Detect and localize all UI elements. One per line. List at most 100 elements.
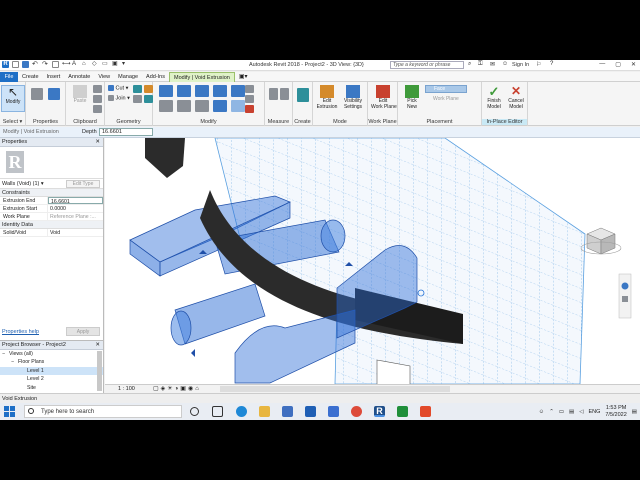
- face-button[interactable]: Face: [425, 85, 467, 93]
- group-constraints[interactable]: Constraints: [0, 189, 103, 197]
- show-hidden-icons[interactable]: ⌃: [549, 409, 554, 415]
- tab-manage[interactable]: Manage: [114, 72, 142, 82]
- tab-insert[interactable]: Insert: [43, 72, 65, 82]
- model-scene[interactable]: [105, 138, 640, 384]
- mail-icon[interactable]: [305, 406, 316, 417]
- taskbar-search-input[interactable]: Type here to search: [24, 405, 182, 418]
- solid-void-field[interactable]: Void: [48, 229, 103, 236]
- browser-scrollbar[interactable]: [97, 351, 102, 391]
- extrusion-end-field[interactable]: 16.6601: [48, 197, 103, 205]
- edge-icon[interactable]: [236, 406, 247, 417]
- tab-view[interactable]: View: [94, 72, 114, 82]
- tab-create[interactable]: Create: [18, 72, 43, 82]
- windows-start-icon[interactable]: [4, 406, 15, 417]
- properties-icon[interactable]: [31, 88, 43, 100]
- void-cylinder-lower-cap[interactable]: [170, 310, 192, 346]
- tab-annotate[interactable]: Annotate: [64, 72, 94, 82]
- navigation-bar[interactable]: [618, 273, 632, 319]
- delete-icon[interactable]: [245, 105, 254, 113]
- chrome-icon[interactable]: [351, 406, 362, 417]
- sign-in-link[interactable]: Sign In: [512, 62, 529, 68]
- demolish-icon[interactable]: [144, 95, 153, 103]
- wall-segment-top-left[interactable]: [145, 138, 185, 178]
- rotate-icon[interactable]: [195, 100, 209, 112]
- minimize-icon[interactable]: —: [599, 61, 605, 68]
- drag-arrow-icon[interactable]: [191, 349, 195, 357]
- cut-button[interactable]: Cut ▾: [108, 85, 128, 91]
- edit-extrusion-button[interactable]: Edit Extrusion: [315, 85, 339, 110]
- notifications-icon[interactable]: ▤: [632, 409, 637, 415]
- copy-icon[interactable]: [93, 85, 102, 93]
- tree-item[interactable]: Level 1: [0, 366, 103, 376]
- pin-icon[interactable]: [245, 95, 254, 103]
- undo-icon[interactable]: ↶: [32, 61, 39, 68]
- task-view-icon[interactable]: [212, 406, 223, 417]
- collapse-icon[interactable]: −: [2, 350, 9, 358]
- mirror-draw-icon[interactable]: [213, 85, 227, 97]
- redo-icon[interactable]: ↷: [42, 61, 49, 68]
- close-icon[interactable]: ✕: [95, 138, 100, 147]
- file-explorer-icon[interactable]: [259, 406, 270, 417]
- tree-item[interactable]: − Views (all): [0, 350, 103, 358]
- save-icon[interactable]: [22, 61, 29, 68]
- exchange-apps-icon[interactable]: ⚐: [536, 61, 541, 68]
- paste-button[interactable]: Paste: [68, 85, 92, 105]
- customize-qat-icon[interactable]: ▾: [122, 61, 129, 68]
- visibility-settings-button[interactable]: Visibility Settings: [341, 85, 365, 110]
- battery-icon[interactable]: ▭: [559, 409, 564, 415]
- section-icon[interactable]: ◇: [92, 61, 99, 68]
- tab-file[interactable]: File: [0, 71, 18, 82]
- wall-joins-icon[interactable]: [133, 95, 142, 103]
- void-cylinder-upper-cap[interactable]: [320, 219, 346, 253]
- edit-work-plane-button[interactable]: Edit Work Plane: [371, 85, 397, 110]
- communication-icon[interactable]: ✉: [490, 61, 495, 68]
- dimension-icon[interactable]: [280, 88, 289, 100]
- cope-icon[interactable]: [93, 105, 102, 113]
- measure-icon[interactable]: ⟷: [62, 61, 71, 68]
- open-icon[interactable]: [12, 61, 19, 68]
- collapse-icon[interactable]: −: [11, 358, 18, 366]
- depth-input[interactable]: 16.6601: [99, 128, 153, 136]
- recorder-icon[interactable]: [420, 406, 431, 417]
- horizontal-scrollbar[interactable]: [220, 386, 450, 392]
- join-button[interactable]: Join ▾: [108, 95, 130, 101]
- view-scale[interactable]: 1 : 100: [118, 386, 135, 392]
- modify-button[interactable]: ↖ Modify: [1, 85, 25, 112]
- scale-icon[interactable]: [245, 85, 254, 93]
- type-properties-icon[interactable]: [48, 88, 60, 100]
- finish-model-button[interactable]: ✓ Finish Model: [482, 85, 506, 110]
- move-icon[interactable]: [159, 100, 173, 112]
- create-group-icon[interactable]: [297, 88, 309, 102]
- text-icon[interactable]: A: [72, 61, 79, 68]
- paint-icon[interactable]: [144, 85, 153, 93]
- pick-new-button[interactable]: Pick New: [400, 85, 424, 110]
- close-icon[interactable]: ✕: [95, 341, 100, 350]
- revit-logo-icon[interactable]: R: [2, 61, 9, 68]
- 3d-view-canvas[interactable]: [105, 138, 640, 384]
- switch-windows-icon[interactable]: ▣: [112, 61, 119, 68]
- user-icon[interactable]: ☺: [502, 61, 508, 67]
- view-control-icons[interactable]: ▢◈☀◑▣◉⌂: [153, 385, 201, 392]
- clock[interactable]: 1:53 PM 7/5/2022: [605, 405, 626, 418]
- cancel-model-button[interactable]: ✕ Cancel Model: [504, 85, 528, 110]
- properties-help-link[interactable]: Properties help: [2, 329, 39, 335]
- apply-button[interactable]: Apply: [66, 327, 100, 336]
- type-selector[interactable]: R: [0, 147, 103, 179]
- tree-item[interactable]: − Floor Plans: [0, 358, 103, 366]
- measure-tool-icon[interactable]: [269, 88, 278, 100]
- array-icon[interactable]: [231, 100, 245, 112]
- extrusion-start-field[interactable]: 0.0000: [48, 205, 103, 212]
- align-icon[interactable]: [159, 85, 173, 97]
- split-icon[interactable]: [231, 85, 245, 97]
- volume-icon[interactable]: ◁: [579, 409, 583, 415]
- 3d-view-icon[interactable]: ⌂: [82, 61, 89, 68]
- offset-icon[interactable]: [177, 85, 191, 97]
- binoculars-icon[interactable]: ⌕: [468, 61, 471, 68]
- network-icon[interactable]: ▤: [569, 409, 574, 415]
- trim-icon[interactable]: [213, 100, 227, 112]
- panel-label-select[interactable]: Select ▾: [0, 119, 25, 125]
- close-icon[interactable]: ✕: [631, 61, 636, 68]
- tree-item[interactable]: Level 2: [0, 375, 103, 383]
- mirror-axis-icon[interactable]: [195, 85, 209, 97]
- subscription-icon[interactable]: ⚿: [478, 61, 483, 68]
